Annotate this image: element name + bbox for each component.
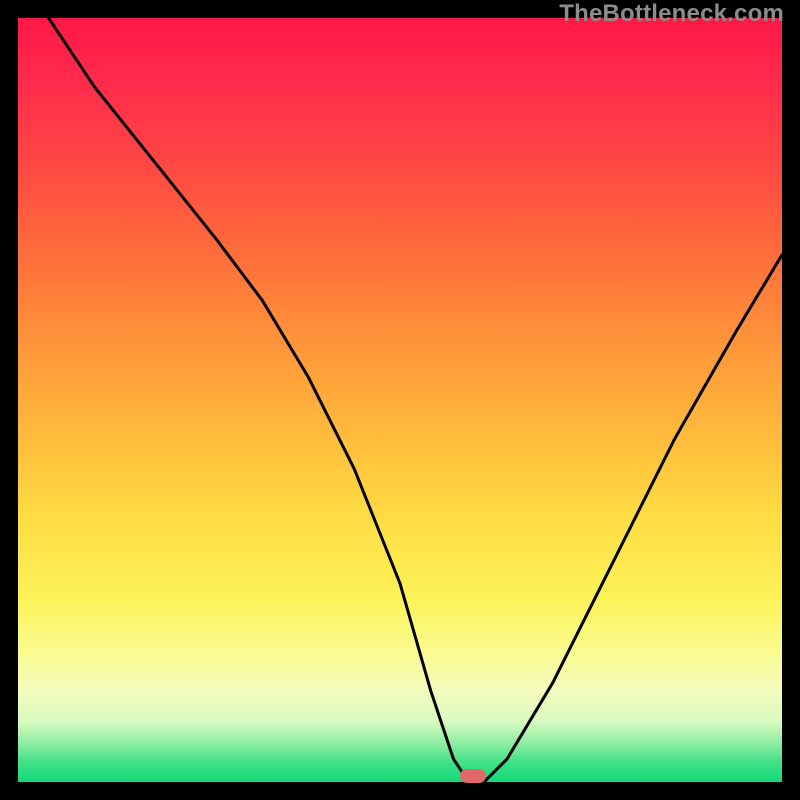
plot-area (18, 18, 782, 782)
bottleneck-curve (18, 18, 782, 782)
chart-frame: TheBottleneck.com (0, 0, 800, 800)
optimal-point-marker (460, 769, 486, 783)
watermark-text: TheBottleneck.com (559, 0, 784, 28)
